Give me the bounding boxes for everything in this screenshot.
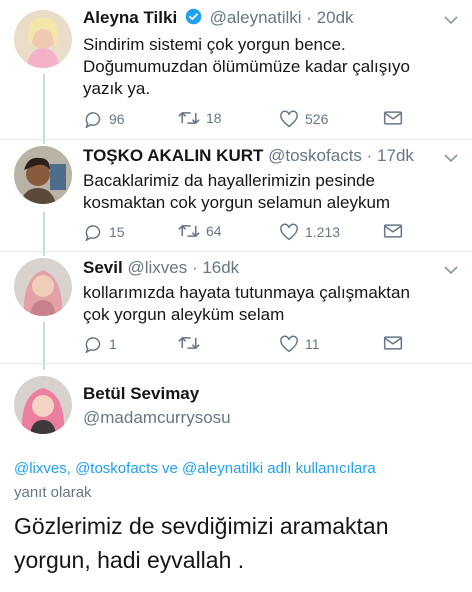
direct-message-button[interactable]	[383, 110, 403, 126]
tweet-text: kollarımızda hayata tutunmaya çalışmakta…	[83, 282, 410, 326]
username[interactable]: @aleynatilki	[210, 8, 302, 27]
timestamp[interactable]: · 20dk	[306, 8, 353, 27]
display-name[interactable]: Betül Sevimay	[83, 384, 231, 404]
direct-message-icon	[383, 111, 403, 125]
username[interactable]: @madamcurrysosu	[83, 408, 231, 428]
reply-header: Betül Sevimay @madamcurrysosu	[83, 384, 231, 428]
retweet-button[interactable]	[178, 335, 206, 351]
tweet-text-line: yazık ya.	[83, 79, 151, 98]
tweet-text-line: kollarımızda hayata tutunmaya çalışmakta…	[83, 283, 410, 302]
reply-icon	[85, 337, 101, 353]
like-icon	[280, 223, 298, 241]
reply-text: Gözlerimiz de sevdiğimizi aramaktan yorg…	[14, 509, 464, 577]
display-name[interactable]: TOŞKO AKALIN KURT	[83, 146, 263, 165]
direct-message-icon	[383, 224, 403, 238]
tweet-text: Bacaklarimiz da hayallerimizin pesinde k…	[83, 170, 390, 214]
tweet[interactable]: TOŞKO AKALIN KURT @toskofacts · 17dk Bac…	[0, 140, 472, 250]
replying-to-label: yanıt olarak	[14, 484, 92, 501]
like-button[interactable]: 1.213	[279, 223, 340, 241]
like-count: 526	[305, 111, 329, 127]
chevron-down-icon[interactable]	[444, 12, 458, 30]
retweet-count: 64	[206, 223, 222, 239]
retweet-icon	[178, 336, 200, 350]
reply-icon	[85, 112, 101, 128]
chevron-down-icon[interactable]	[444, 150, 458, 168]
like-icon	[280, 335, 298, 353]
direct-message-button[interactable]	[383, 335, 403, 351]
reply-text-line: yorgun, hadi eyvallah .	[14, 547, 245, 573]
like-button[interactable]: 526	[279, 110, 328, 128]
reply-button[interactable]: 15	[83, 223, 125, 241]
tweet-text-line: kosmaktan cok yorgun selamun aleykum	[83, 193, 391, 212]
reply-count: 15	[109, 224, 125, 240]
avatar[interactable]	[14, 146, 72, 204]
retweet-icon	[178, 111, 200, 125]
chevron-down-icon[interactable]	[444, 262, 458, 280]
timestamp[interactable]: · 17dk	[367, 146, 414, 165]
timestamp[interactable]: · 16dk	[192, 258, 239, 277]
reply-text-line: Gözlerimiz de sevdiğimizi aramaktan	[14, 513, 389, 539]
reply-count: 96	[109, 111, 125, 127]
tweet[interactable]: Sevil @lixves · 16dk kollarımızda hayata…	[0, 252, 472, 362]
tweet-actions: 15 64 1.213	[83, 223, 413, 243]
direct-message-icon	[383, 336, 403, 350]
retweet-count: 18	[206, 110, 222, 126]
username[interactable]: @lixves	[127, 258, 187, 277]
tweet-actions: 1 11	[83, 335, 413, 355]
verified-icon	[185, 8, 202, 30]
reply-count: 1	[109, 336, 117, 352]
retweet-button[interactable]: 18	[178, 110, 222, 126]
tweet-text: Sindirim sistemi çok yorgun bence. Doğum…	[83, 34, 410, 100]
tweet-header: Aleyna Tilki @aleynatilki · 20dk	[83, 8, 354, 30]
like-count: 1.213	[305, 224, 341, 240]
reply-button[interactable]: 96	[83, 110, 125, 128]
direct-message-button[interactable]	[383, 223, 403, 239]
tweet-text-line: Bacaklarimiz da hayallerimizin pesinde	[83, 171, 375, 190]
tweet-header: Sevil @lixves · 16dk	[83, 258, 239, 278]
like-icon	[280, 110, 298, 128]
retweet-icon	[178, 224, 200, 238]
avatar[interactable]	[14, 10, 72, 68]
display-name[interactable]: Aleyna Tilki	[83, 8, 177, 27]
username[interactable]: @toskofacts	[268, 146, 362, 165]
avatar[interactable]	[14, 258, 72, 316]
reply-button[interactable]: 1	[83, 335, 117, 353]
tweet-actions: 96 18 526	[83, 110, 413, 130]
display-name[interactable]: Sevil	[83, 258, 123, 277]
tweet-text-line: Sindirim sistemi çok yorgun bence.	[83, 35, 346, 54]
replying-to-mentions[interactable]: @lixves, @toskofacts ve @aleynatilki adl…	[14, 459, 464, 479]
tweet-text-line: çok yorgun aleyküm selam	[83, 305, 285, 324]
like-count: 11	[305, 336, 320, 352]
tweet-text-line: Doğumumuzdan ölümümüze kadar çalışıyo	[83, 57, 410, 76]
retweet-button[interactable]: 64	[178, 223, 222, 239]
avatar[interactable]	[14, 376, 72, 434]
tweet[interactable]: Aleyna Tilki @aleynatilki · 20dk Sindiri…	[0, 0, 472, 138]
reply-icon	[85, 225, 101, 241]
like-button[interactable]: 11	[279, 335, 320, 353]
tweet-header: TOŞKO AKALIN KURT @toskofacts · 17dk	[83, 146, 414, 166]
